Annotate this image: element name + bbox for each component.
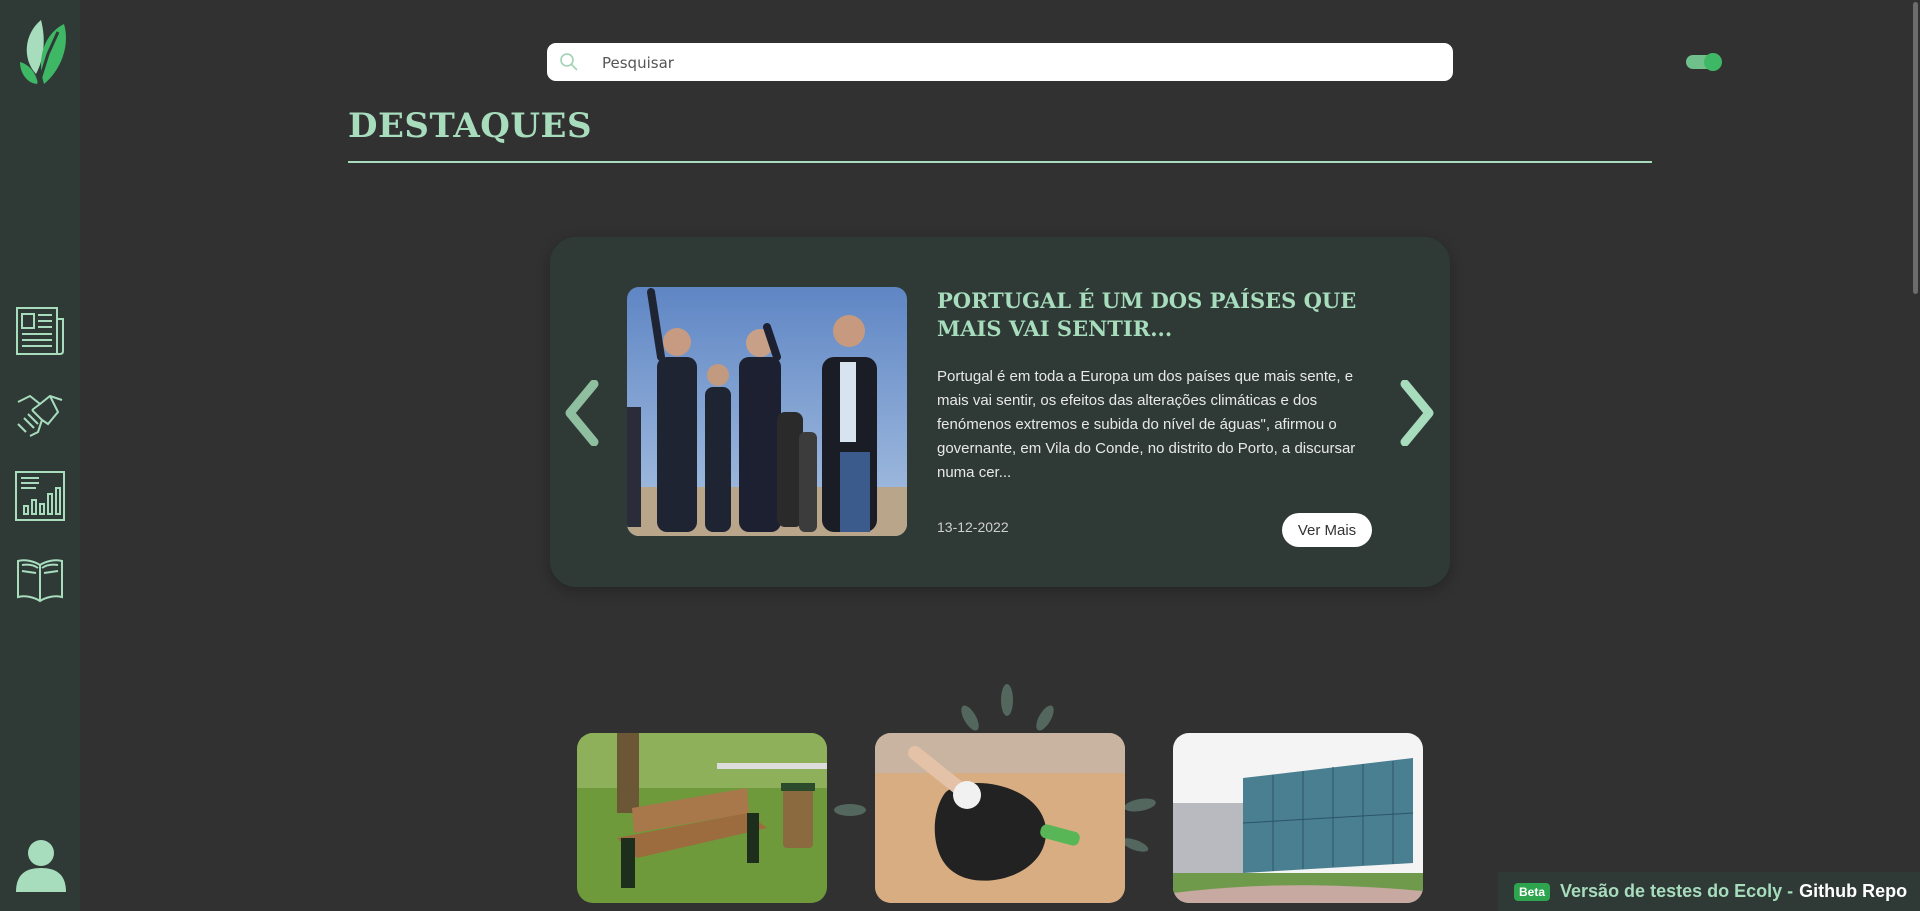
github-repo-link[interactable]: Github Repo (1799, 881, 1907, 902)
news-card-bench[interactable] (577, 733, 827, 903)
beach-cleanup-photo (875, 733, 1125, 903)
page-title: DESTAQUES (348, 106, 593, 146)
title-divider (348, 161, 1652, 163)
news-date: 13-12-2022 (937, 519, 1009, 535)
park-bench-photo (577, 733, 827, 903)
see-more-button[interactable]: Ver Mais (1282, 513, 1372, 547)
news-carousel: PORTUGAL É UM DOS PAÍSES QUE MAIS VAI SE… (550, 237, 1450, 587)
news-title[interactable]: PORTUGAL É UM DOS PAÍSES QUE MAIS VAI SE… (937, 287, 1367, 343)
news-excerpt: Portugal é em toda a Europa um dos paíse… (937, 368, 1356, 481)
search-input[interactable] (600, 43, 1424, 83)
ecoly-logo-icon[interactable] (14, 14, 68, 92)
scrollbar-thumb[interactable] (1913, 2, 1918, 294)
page-scrollbar[interactable] (1911, 0, 1920, 911)
helping-hands-icon[interactable] (14, 388, 66, 440)
beta-badge: Beta (1514, 882, 1551, 901)
chevron-left-icon[interactable] (562, 380, 602, 446)
chevron-right-icon[interactable] (1397, 380, 1437, 446)
glass-building-photo (1173, 733, 1423, 903)
sidebar (0, 0, 80, 911)
beta-banner: Beta Versão de testes do Ecoly - Github … (1498, 872, 1920, 911)
beta-text: Versão de testes do Ecoly - (1560, 881, 1794, 901)
user-avatar-icon[interactable] (14, 838, 68, 892)
toggle-knob (1704, 53, 1722, 71)
theme-toggle[interactable] (1686, 53, 1722, 71)
search-bar (547, 43, 1453, 83)
newspaper-icon[interactable] (14, 305, 66, 357)
open-book-icon[interactable] (14, 553, 66, 605)
bar-chart-icon[interactable] (14, 470, 66, 522)
search-icon (560, 53, 578, 71)
news-card-cleanup[interactable] (875, 733, 1125, 903)
news-card-building[interactable] (1173, 733, 1423, 903)
news-photo (627, 287, 907, 536)
